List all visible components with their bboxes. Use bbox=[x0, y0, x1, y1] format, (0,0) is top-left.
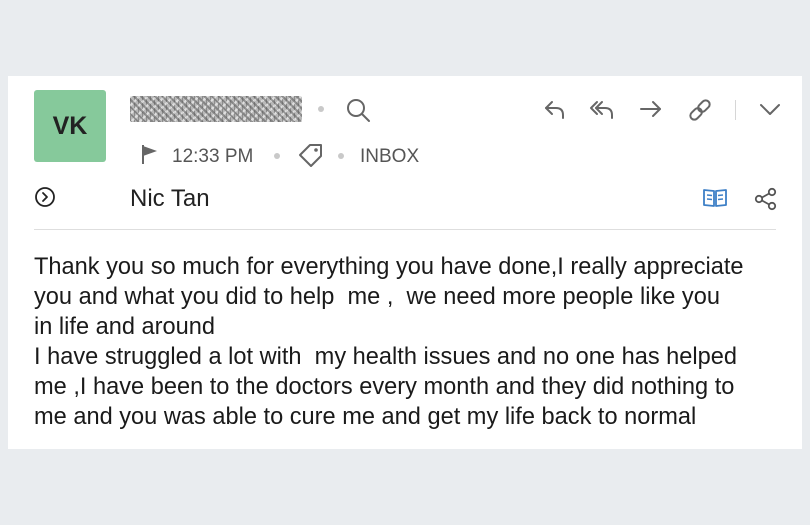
share-icon[interactable] bbox=[753, 186, 779, 212]
body-line: I have struggled a lot with my health is… bbox=[34, 344, 738, 370]
sender-name-redacted[interactable] bbox=[130, 96, 302, 122]
avatar-initials: VK bbox=[52, 111, 88, 140]
email-card: VK 12:33 PM INBOX Nic Tan Thank you so m… bbox=[8, 76, 802, 449]
forward-icon[interactable] bbox=[638, 96, 664, 122]
header-divider bbox=[34, 229, 776, 230]
flag-icon[interactable] bbox=[140, 143, 160, 165]
body-line: Thank you so much for everything you hav… bbox=[34, 254, 744, 280]
separator-dot bbox=[318, 106, 324, 112]
message-time: 12:33 PM bbox=[172, 146, 254, 167]
email-subject: Nic Tan bbox=[130, 185, 210, 212]
search-icon[interactable] bbox=[344, 96, 372, 124]
body-line: you and what you did to help me , we nee… bbox=[34, 284, 720, 310]
body-line: in life and around bbox=[34, 314, 216, 340]
separator-dot bbox=[274, 153, 280, 159]
tag-icon[interactable] bbox=[297, 142, 325, 168]
book-icon[interactable] bbox=[702, 186, 728, 210]
chevron-right-circle-icon[interactable] bbox=[34, 186, 56, 208]
folder-label[interactable]: INBOX bbox=[360, 147, 419, 166]
avatar[interactable]: VK bbox=[34, 90, 106, 162]
link-icon[interactable] bbox=[686, 96, 714, 124]
separator-dot bbox=[338, 153, 344, 159]
body-line: me ,I have been to the doctors every mon… bbox=[34, 374, 735, 400]
email-body: Thank you so much for everything you hav… bbox=[34, 252, 794, 432]
toolbar-divider bbox=[735, 100, 736, 120]
chevron-down-icon[interactable] bbox=[758, 98, 782, 120]
body-line: me and you was able to cure me and get m… bbox=[34, 404, 697, 430]
reply-icon[interactable] bbox=[542, 96, 568, 122]
reply-all-icon[interactable] bbox=[588, 96, 616, 122]
